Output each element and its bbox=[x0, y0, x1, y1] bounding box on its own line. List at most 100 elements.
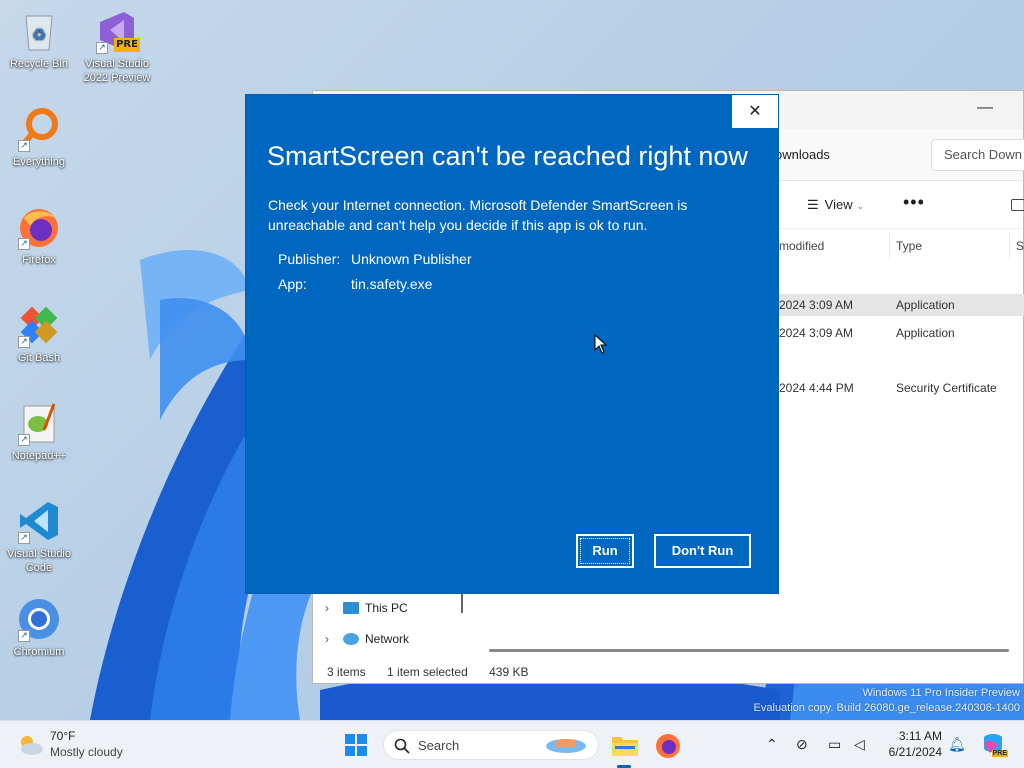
file-date: 2024 3:09 AM bbox=[779, 298, 854, 312]
desktop-icon-chromium[interactable]: ↗ Chromium bbox=[0, 596, 78, 659]
nav-item-network[interactable]: › Network bbox=[325, 632, 409, 646]
desktop-icon-label: Visual Studio 2022 Preview bbox=[83, 58, 151, 84]
file-explorer-icon bbox=[612, 737, 638, 756]
nav-item-this-pc[interactable]: › This PC bbox=[325, 601, 408, 615]
desktop-icon-label: Recycle Bin bbox=[9, 58, 69, 70]
watermark-line: Windows 11 Pro Insider Preview bbox=[862, 687, 1020, 699]
explorer-search-input[interactable]: Search Down bbox=[931, 139, 1024, 171]
taskbar-file-explorer[interactable] bbox=[609, 729, 641, 761]
app-value: tin.safety.exe bbox=[351, 276, 433, 292]
desktop-icon-label: Everything bbox=[13, 156, 65, 168]
nav-item-label: This PC bbox=[365, 601, 408, 615]
taskbar-firefox[interactable] bbox=[652, 729, 684, 761]
publisher-label: Publisher: bbox=[278, 251, 341, 267]
mouse-cursor-icon bbox=[594, 334, 608, 354]
view-label: View bbox=[824, 197, 853, 212]
chevron-right-icon: › bbox=[325, 601, 329, 615]
desktop-icon-label: Notepad++ bbox=[11, 450, 67, 462]
firefox-icon bbox=[656, 734, 680, 758]
desktop-icon-firefox[interactable]: ↗ Firefox bbox=[0, 204, 78, 267]
dialog-message: Check your Internet connection. Microsof… bbox=[268, 197, 688, 233]
desktop-icon-notepad-plus-plus[interactable]: ↗ Notepad++ bbox=[0, 400, 78, 463]
notification-bell-icon[interactable]: 🔔︎ bbox=[948, 736, 966, 753]
git-bash-icon: ↗ bbox=[16, 302, 62, 348]
dont-run-button[interactable]: Don't Run bbox=[654, 534, 751, 568]
pre-badge: PRE bbox=[991, 750, 1008, 757]
firefox-icon: ↗ bbox=[16, 204, 62, 250]
address-breadcrumb[interactable]: ownloads bbox=[775, 147, 830, 162]
more-options-button[interactable]: ••• bbox=[903, 192, 925, 213]
network-icon bbox=[343, 633, 359, 645]
visual-studio-icon: PRE ↗ bbox=[94, 8, 140, 54]
column-header-size[interactable]: Si bbox=[1016, 239, 1024, 253]
view-menu-button[interactable]: ☰ View ⌄ bbox=[807, 197, 864, 213]
explorer-status-bar: 3 items 1 item selected 439 KB bbox=[327, 665, 546, 679]
minimize-button[interactable]: — bbox=[977, 99, 993, 117]
smartscreen-dialog[interactable]: ✕ SmartScreen can't be reached right now… bbox=[245, 94, 779, 594]
shortcut-arrow-icon: ↗ bbox=[18, 630, 30, 642]
desktop-icon-label: Chromium bbox=[13, 646, 65, 658]
column-separator[interactable] bbox=[889, 233, 890, 259]
publisher-row: Publisher: Unknown Publisher bbox=[278, 251, 472, 267]
file-type: Security Certificate bbox=[896, 381, 997, 395]
search-highlight-icon bbox=[546, 739, 586, 753]
sound-icon[interactable]: ◁ bbox=[854, 736, 865, 753]
details-pane-icon[interactable] bbox=[1011, 199, 1024, 211]
shortcut-arrow-icon: ↗ bbox=[18, 336, 30, 348]
shortcut-arrow-icon: ↗ bbox=[96, 42, 108, 54]
file-date: 2024 3:09 AM bbox=[779, 326, 854, 340]
chevron-up-icon[interactable]: ⌃ bbox=[766, 736, 778, 753]
start-button[interactable] bbox=[344, 733, 368, 762]
close-button[interactable]: ✕ bbox=[732, 95, 778, 128]
status-item-count: 3 items bbox=[327, 665, 366, 679]
windows-logo-icon bbox=[345, 734, 367, 756]
desktop-icon-git-bash[interactable]: ↗ Git Bash bbox=[0, 302, 78, 365]
view-list-icon: ☰ bbox=[807, 197, 819, 212]
desktop-icon-recycle-bin[interactable]: ♻ Recycle Bin bbox=[0, 8, 78, 71]
shortcut-arrow-icon: ↗ bbox=[18, 238, 30, 250]
computer-icon bbox=[343, 602, 359, 614]
pane-splitter[interactable] bbox=[461, 591, 463, 613]
pre-badge: PRE bbox=[116, 39, 138, 50]
app-label: App: bbox=[278, 276, 307, 292]
column-header-type[interactable]: Type bbox=[896, 239, 922, 253]
desktop-icon-everything[interactable]: ↗ Everything bbox=[0, 106, 78, 169]
evaluation-watermark: Windows 11 Pro Insider Preview Evaluatio… bbox=[754, 686, 1020, 716]
taskbar: 70°F Mostly cloudy Search ⌃ ⊘ ▭ ◁ 3:11 A… bbox=[0, 720, 1024, 768]
search-label: Search bbox=[418, 738, 460, 753]
nav-item-label: Network bbox=[365, 632, 410, 646]
vscode-icon: ↗ bbox=[16, 498, 62, 544]
taskbar-search-box[interactable]: Search bbox=[383, 730, 599, 760]
chromium-icon: ↗ bbox=[16, 596, 62, 642]
cloud-sun-icon bbox=[21, 736, 43, 755]
desktop-icon-label: Visual Studio Code bbox=[6, 548, 71, 574]
network-disconnected-icon[interactable]: ⊘ bbox=[796, 736, 808, 753]
desktop-icon-visual-studio-code[interactable]: ↗ Visual Studio Code bbox=[0, 498, 78, 575]
notepad-plus-plus-icon: ↗ bbox=[16, 400, 62, 446]
svg-text:♻: ♻ bbox=[32, 25, 46, 44]
run-button[interactable]: Run bbox=[576, 534, 634, 568]
shortcut-arrow-icon: ↗ bbox=[18, 434, 30, 446]
column-header-date-modified[interactable]: modified bbox=[779, 239, 824, 253]
desktop-icon-label: Firefox bbox=[22, 254, 56, 266]
file-date: 2024 4:44 PM bbox=[779, 381, 854, 395]
watermark-line: Evaluation copy. Build 26080.ge_release.… bbox=[753, 702, 1020, 714]
file-type: Application bbox=[896, 326, 955, 340]
dialog-title: SmartScreen can't be reached right now bbox=[267, 141, 748, 171]
copilot-button[interactable]: PRE bbox=[980, 731, 1008, 757]
horizontal-scrollbar[interactable] bbox=[489, 649, 1009, 652]
desktop-icon-label: Git Bash bbox=[17, 352, 61, 364]
display-icon[interactable]: ▭ bbox=[828, 736, 841, 753]
desktop-icon-visual-studio-2022-preview[interactable]: PRE ↗ Visual Studio 2022 Preview bbox=[78, 8, 156, 85]
clock-time: 3:11 AM bbox=[898, 729, 942, 743]
system-clock[interactable]: 3:11 AM 6/21/2024 bbox=[882, 728, 942, 760]
status-size: 439 KB bbox=[489, 665, 529, 679]
app-row: App: tin.safety.exe bbox=[278, 276, 432, 292]
search-icon bbox=[394, 738, 410, 754]
weather-condition: Mostly cloudy bbox=[50, 745, 123, 759]
shortcut-arrow-icon: ↗ bbox=[18, 532, 30, 544]
recycle-bin-icon: ♻ bbox=[16, 8, 62, 54]
column-separator[interactable] bbox=[1009, 233, 1010, 259]
everything-search-icon: ↗ bbox=[16, 106, 62, 152]
chevron-right-icon: › bbox=[325, 632, 329, 646]
